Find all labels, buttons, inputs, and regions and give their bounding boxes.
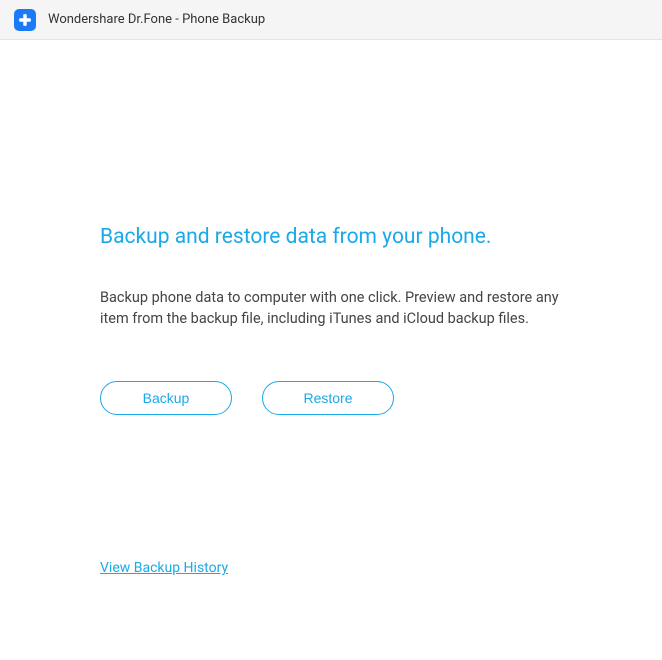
button-row: Backup Restore <box>100 381 562 415</box>
view-backup-history-link[interactable]: View Backup History <box>100 560 228 576</box>
restore-button[interactable]: Restore <box>262 381 394 415</box>
main-content: Backup and restore data from your phone.… <box>0 40 662 576</box>
page-heading: Backup and restore data from your phone. <box>100 225 562 249</box>
page-description: Backup phone data to computer with one c… <box>100 287 560 329</box>
app-title: Wondershare Dr.Fone - Phone Backup <box>48 12 265 27</box>
backup-button[interactable]: Backup <box>100 381 232 415</box>
app-icon <box>14 9 36 31</box>
titlebar: Wondershare Dr.Fone - Phone Backup <box>0 0 662 40</box>
plus-icon <box>18 13 32 27</box>
